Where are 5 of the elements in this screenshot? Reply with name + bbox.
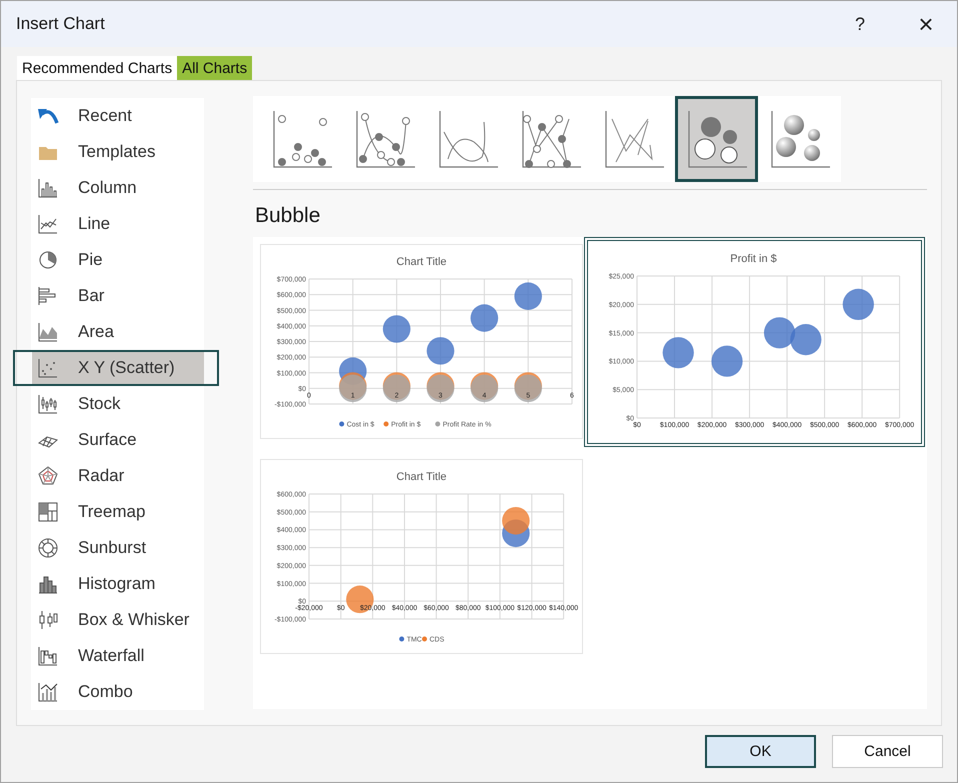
window-title: Insert Chart (15, 14, 106, 34)
chart-title: Chart Title (396, 471, 447, 483)
chart-title: Profit in $ (730, 253, 777, 265)
chart-title: Chart Title (396, 256, 447, 268)
subtype-heading: Bubble (255, 204, 320, 228)
